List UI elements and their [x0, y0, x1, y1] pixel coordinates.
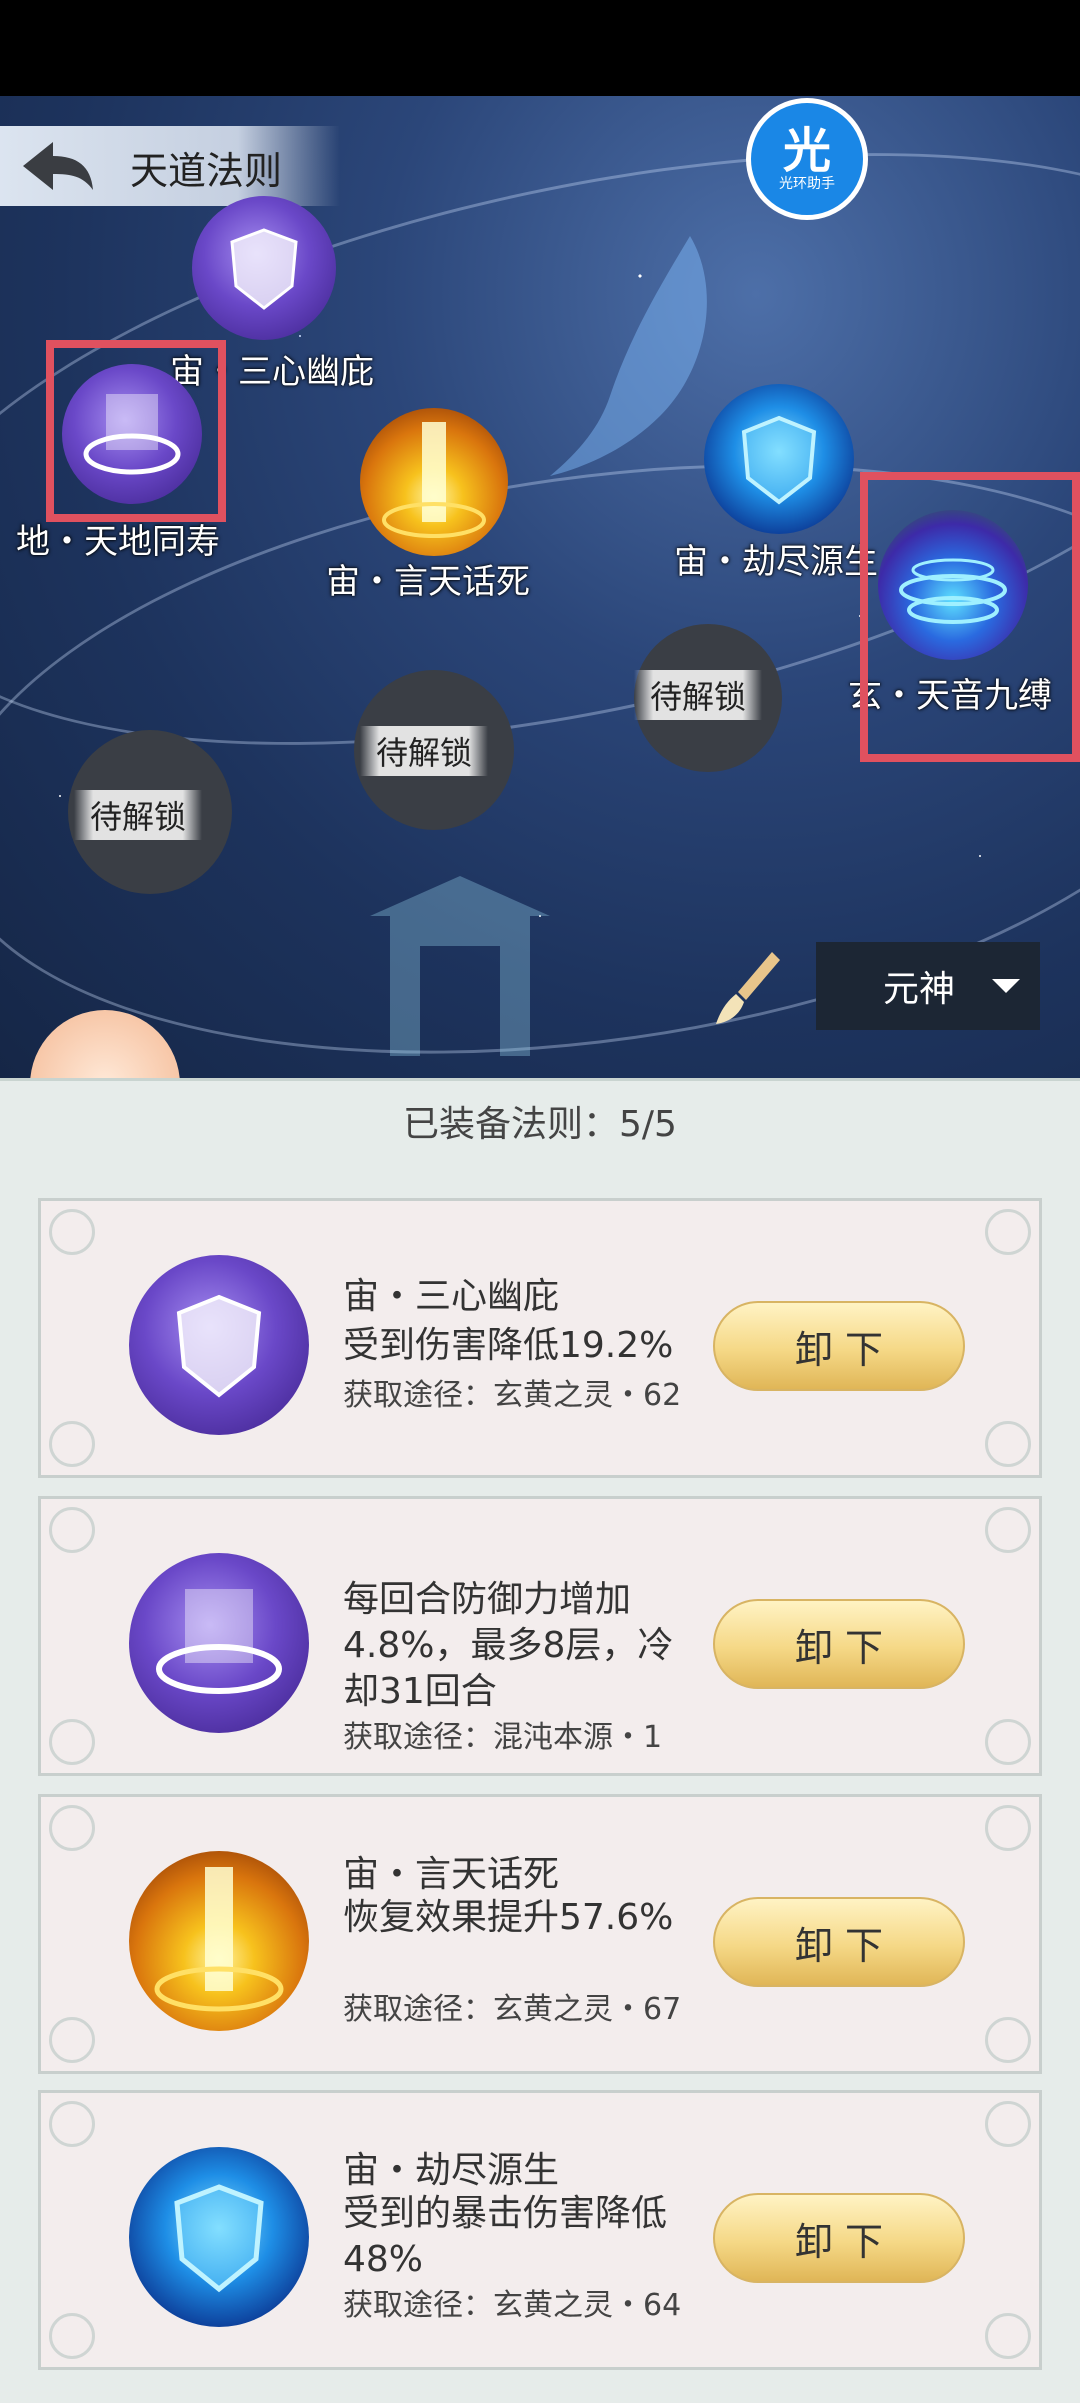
- rule-icon: [129, 1851, 309, 2031]
- page-title: 天道法则: [130, 149, 283, 193]
- rule-source: 获取途径：玄黄之灵・64: [343, 2288, 682, 2323]
- rule-icon: [129, 1553, 309, 1733]
- pavilion-silhouette-icon: [370, 876, 550, 1056]
- back-arrow-icon: [23, 142, 93, 190]
- status-bar: [0, 0, 1080, 96]
- rule-icon: [129, 1255, 309, 1435]
- light-pillar-icon: [382, 422, 486, 538]
- shield-icon: [174, 2184, 264, 2293]
- helper-badge[interactable]: 光 光环助手: [746, 98, 868, 220]
- node-sanxin-youbi[interactable]: [192, 196, 336, 340]
- locked-label: 待解锁: [360, 726, 489, 776]
- scroll-ring-icon: [156, 1589, 282, 1694]
- equipped-card: 宙・劫尽源生 受到的暴击伤害降低48% 获取途径：玄黄之灵・64 卸 下: [38, 2090, 1042, 2370]
- corner-ornament: [985, 2017, 1031, 2063]
- corner-ornament: [985, 1421, 1031, 1467]
- equipped-count: 已装备法则：5/5: [403, 1104, 677, 1145]
- chevron-down-icon: [992, 979, 1020, 993]
- corner-ornament: [49, 1507, 95, 1553]
- corner-ornament: [49, 1805, 95, 1851]
- node-label: 宙・劫尽源生: [674, 542, 878, 582]
- node-yantian-huasi[interactable]: [360, 408, 508, 556]
- unequip-button[interactable]: 卸 下: [713, 1599, 965, 1689]
- shield-icon: [741, 415, 817, 505]
- unequip-button[interactable]: 卸 下: [713, 1897, 965, 1987]
- corner-ornament: [985, 1209, 1031, 1255]
- helper-badge-text: 光环助手: [779, 176, 835, 192]
- equipped-card: 宙・言天话死 恢复效果提升57.6% 获取途径：玄黄之灵・67 卸 下: [38, 1794, 1042, 2074]
- locked-label: 待解锁: [634, 670, 763, 720]
- corner-ornament: [49, 2313, 95, 2359]
- rule-name: 宙・劫尽源生: [343, 2150, 560, 2191]
- shield-icon: [176, 1294, 262, 1398]
- rule-name: 宙・言天话死: [343, 1854, 560, 1895]
- corner-ornament: [985, 1507, 1031, 1553]
- node-label: 宙・言天话死: [326, 562, 530, 602]
- highlight-frame: [46, 340, 226, 522]
- brush-icon[interactable]: [712, 948, 782, 1028]
- unequip-button[interactable]: 卸 下: [713, 1301, 965, 1391]
- rule-description: 恢复效果提升57.6%: [343, 1897, 674, 1938]
- mode-dropdown[interactable]: 元神: [816, 942, 1040, 1030]
- corner-ornament: [49, 1421, 95, 1467]
- corner-ornament: [49, 2017, 95, 2063]
- corner-ornament: [49, 2101, 95, 2147]
- rule-source: 获取途径：玄黄之灵・62: [343, 1378, 682, 1413]
- rule-description: 受到的暴击伤害降低48%: [343, 2193, 668, 2280]
- highlight-frame: [860, 472, 1080, 762]
- rule-description: 受到伤害降低19.2%: [343, 1325, 674, 1366]
- corner-ornament: [985, 2101, 1031, 2147]
- dropdown-value: 元神: [882, 969, 955, 1010]
- rule-source: 获取途径：玄黄之灵・67: [343, 1992, 682, 2027]
- corner-ornament: [985, 1719, 1031, 1765]
- corner-ornament: [49, 1209, 95, 1255]
- light-pillar-icon: [154, 1867, 284, 2012]
- shield-icon: [230, 228, 298, 310]
- node-jiejin-yuansheng[interactable]: [704, 384, 854, 534]
- unequip-button[interactable]: 卸 下: [713, 2193, 965, 2283]
- rule-source: 获取途径：混沌本源・1: [343, 1720, 663, 1755]
- rule-name: 宙・三心幽庇: [343, 1276, 560, 1317]
- corner-ornament: [49, 1719, 95, 1765]
- corner-ornament: [985, 1805, 1031, 1851]
- corner-ornament: [985, 2313, 1031, 2359]
- back-button[interactable]: [12, 130, 102, 202]
- rule-description: 每回合防御力增加4.8%，最多8层，冷却31回合: [343, 1579, 674, 1712]
- equipped-card: 宙・三心幽庇 受到伤害降低19.2% 获取途径：玄黄之灵・62 卸 下: [38, 1198, 1042, 1478]
- rule-icon: [129, 2147, 309, 2327]
- locked-label: 待解锁: [74, 790, 203, 840]
- equipped-card: 每回合防御力增加4.8%，最多8层，冷却31回合 获取途径：混沌本源・1 卸 下: [38, 1496, 1042, 1776]
- helper-badge-glyph: 光: [782, 123, 831, 179]
